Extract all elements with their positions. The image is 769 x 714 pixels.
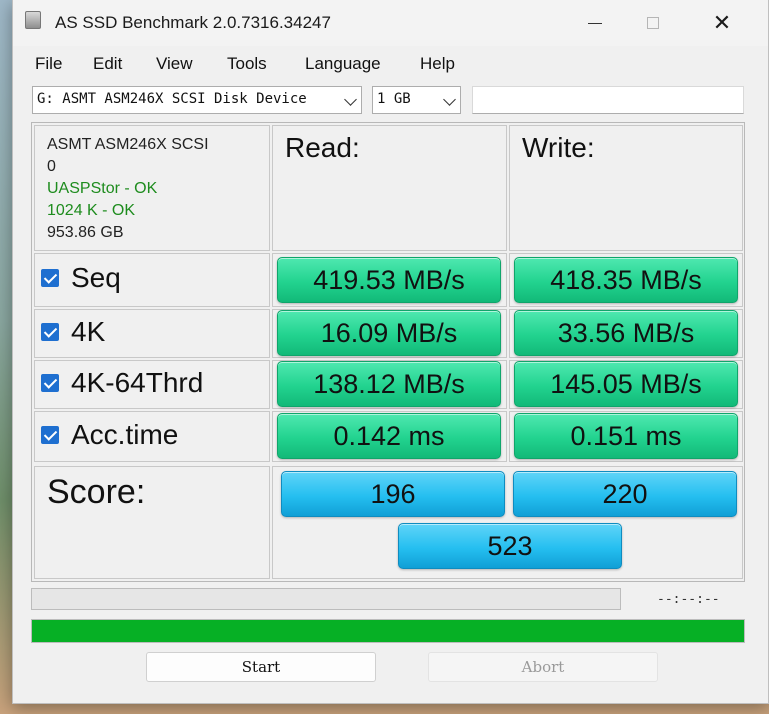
read-header-cell: Read: <box>272 125 507 251</box>
seq-write-cell: 418.35 MB/s <box>509 253 743 307</box>
menu-tools[interactable]: Tools <box>227 54 267 74</box>
4k64-write-cell: 145.05 MB/s <box>509 360 743 409</box>
start-button[interactable]: Start <box>146 652 376 682</box>
score-label-cell: Score: <box>34 466 270 579</box>
test-row-4k64: 4K-64Thrd <box>34 360 270 409</box>
window-title: AS SSD Benchmark 2.0.7316.34247 <box>55 13 331 32</box>
minimize-button[interactable] <box>572 8 618 38</box>
4k64-read-cell: 138.12 MB/s <box>272 360 507 409</box>
menu-file[interactable]: File <box>35 54 62 74</box>
seq-write-result: 418.35 MB/s <box>514 257 738 303</box>
read-score: 196 <box>281 471 505 517</box>
menu-view[interactable]: View <box>156 54 193 74</box>
4k64-label-group: 4K-64Thrd <box>41 367 203 399</box>
4k-read-result: 16.09 MB/s <box>277 310 501 356</box>
maximize-button[interactable] <box>630 8 676 38</box>
drive-id: 0 <box>47 158 56 175</box>
4k-label: 4K <box>71 316 106 347</box>
4k-checkbox[interactable] <box>41 323 59 341</box>
test-row-acctime: Acc.time <box>34 411 270 462</box>
4k-read-cell: 16.09 MB/s <box>272 309 507 358</box>
test-progress-bar <box>31 588 621 610</box>
seq-read-cell: 419.53 MB/s <box>272 253 507 307</box>
title-bar[interactable]: AS SSD Benchmark 2.0.7316.34247 ✕ <box>13 0 768 46</box>
menu-help[interactable]: Help <box>420 54 455 74</box>
menu-language[interactable]: Language <box>305 54 381 74</box>
read-header: Read: <box>285 132 360 163</box>
menu-edit[interactable]: Edit <box>93 54 122 74</box>
acctime-label: Acc.time <box>71 419 179 450</box>
write-header-cell: Write: <box>509 125 743 251</box>
write-header: Write: <box>522 132 595 163</box>
driver-status: UASPStor - OK <box>47 180 158 197</box>
drive-model: ASMT ASM246X SCSI <box>47 136 209 153</box>
total-score: 523 <box>398 523 622 569</box>
4k64-label: 4K-64Thrd <box>71 367 204 398</box>
minimize-icon <box>588 22 602 24</box>
acctime-write-result: 0.151 ms <box>514 413 738 459</box>
acctime-checkbox[interactable] <box>41 426 59 444</box>
score-values-cell: 196 220 523 <box>272 466 743 579</box>
drive-info-panel: ASMT ASM246X SCSI 0 UASPStor - OK 1024 K… <box>34 125 270 251</box>
chevron-down-icon <box>443 93 456 106</box>
drive-select-value: G: ASMT ASM246X SCSI Disk Device <box>37 91 307 107</box>
overall-progress-bar <box>31 619 745 643</box>
seq-label: Seq <box>71 262 121 293</box>
4k-write-result: 33.56 MB/s <box>514 310 738 356</box>
acctime-write-cell: 0.151 ms <box>509 411 743 462</box>
test-size-value: 1 GB <box>377 91 411 107</box>
seq-checkbox[interactable] <box>41 269 59 287</box>
overall-progress-fill <box>32 620 744 642</box>
test-row-4k: 4K <box>34 309 270 358</box>
4k64-read-result: 138.12 MB/s <box>277 361 501 407</box>
4k64-write-result: 145.05 MB/s <box>514 361 738 407</box>
4k64-checkbox[interactable] <box>41 374 59 392</box>
drive-app-icon <box>25 11 41 29</box>
maximize-icon <box>647 17 659 29</box>
chevron-down-icon <box>344 93 357 106</box>
alignment-status: 1024 K - OK <box>47 202 136 219</box>
acctime-read-cell: 0.142 ms <box>272 411 507 462</box>
write-score: 220 <box>513 471 737 517</box>
drive-capacity: 953.86 GB <box>47 224 124 241</box>
4k-write-cell: 33.56 MB/s <box>509 309 743 358</box>
close-icon: ✕ <box>712 10 732 35</box>
test-row-seq: Seq <box>34 253 270 307</box>
elapsed-time: --:--:-- <box>657 592 720 607</box>
free-text-field[interactable] <box>472 86 744 114</box>
drive-select[interactable]: G: ASMT ASM246X SCSI Disk Device <box>32 86 362 114</box>
app-window: AS SSD Benchmark 2.0.7316.34247 ✕ File E… <box>12 0 769 704</box>
seq-label-group: Seq <box>41 262 121 294</box>
acctime-read-result: 0.142 ms <box>277 413 501 459</box>
score-label: Score: <box>47 473 146 511</box>
results-grid: ASMT ASM246X SCSI 0 UASPStor - OK 1024 K… <box>31 122 745 582</box>
4k-label-group: 4K <box>41 316 105 348</box>
test-size-select[interactable]: 1 GB <box>372 86 461 114</box>
close-button[interactable]: ✕ <box>699 8 745 38</box>
acctime-label-group: Acc.time <box>41 419 178 451</box>
seq-read-result: 419.53 MB/s <box>277 257 501 303</box>
abort-button[interactable]: Abort <box>428 652 658 682</box>
